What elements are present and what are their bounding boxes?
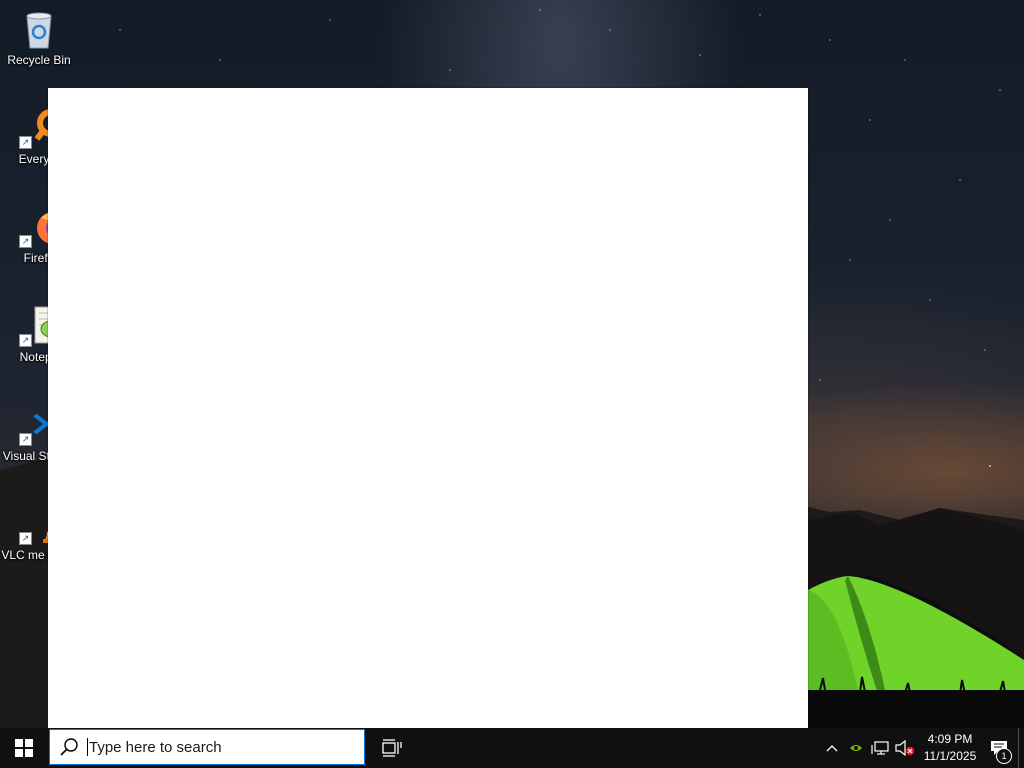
- shortcut-arrow-icon: ↗: [19, 136, 32, 149]
- desktop-icon-recycle-bin[interactable]: Recycle Bin: [0, 6, 78, 68]
- task-view-icon: [382, 739, 402, 757]
- text-cursor: [87, 738, 88, 756]
- clock-date: 11/1/2025: [923, 749, 977, 763]
- network-icon: [871, 741, 889, 755]
- blank-application-window[interactable]: [48, 88, 808, 728]
- clock[interactable]: 4:09 PM 11/1/2025: [918, 728, 982, 768]
- search-input[interactable]: [89, 738, 349, 756]
- action-center-button[interactable]: 1: [982, 728, 1016, 768]
- show-hidden-icons-button[interactable]: [820, 728, 844, 768]
- shortcut-arrow-icon: ↗: [19, 433, 32, 446]
- shortcut-arrow-icon: ↗: [19, 235, 32, 248]
- windows-logo-icon: [15, 739, 33, 757]
- show-desktop-button[interactable]: [1018, 728, 1024, 768]
- volume-muted-icon: [895, 740, 915, 756]
- notification-count-badge: 1: [996, 748, 1012, 764]
- taskbar: 4:09 PM 11/1/2025 1: [0, 728, 1024, 768]
- shortcut-arrow-icon: ↗: [19, 334, 32, 347]
- search-icon: [60, 738, 78, 756]
- system-tray: 4:09 PM 11/1/2025 1: [820, 728, 1024, 768]
- shortcut-arrow-icon: ↗: [19, 532, 32, 545]
- task-view-button[interactable]: [372, 728, 412, 768]
- nvidia-tray-button[interactable]: [844, 728, 868, 768]
- taskbar-search-box[interactable]: [49, 729, 365, 765]
- clock-time: 4:09 PM: [927, 732, 973, 746]
- nvidia-icon: [850, 745, 862, 751]
- volume-tray-button[interactable]: [892, 728, 918, 768]
- network-tray-button[interactable]: [868, 728, 892, 768]
- chevron-up-icon: [826, 745, 838, 752]
- desktop-icon-label: Recycle Bin: [7, 53, 71, 67]
- recycle-bin-icon: [17, 6, 61, 50]
- start-button[interactable]: [0, 728, 48, 768]
